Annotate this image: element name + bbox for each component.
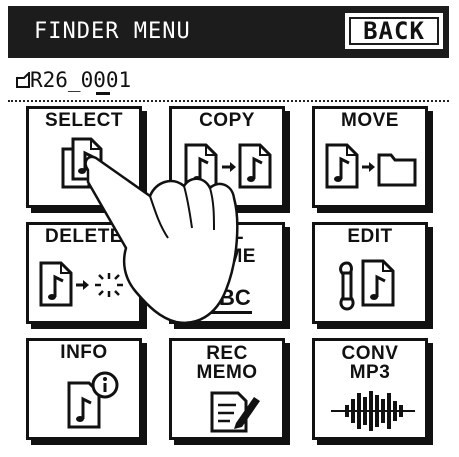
rec-memo-button[interactable]: REC MEMO xyxy=(169,338,285,440)
select-button[interactable]: SELECT xyxy=(26,106,142,208)
finder-menu-screen: FINDER MENU BACK R26_0001 SELECT COPY MO… xyxy=(0,0,459,457)
select-files-icon xyxy=(61,137,103,189)
waveform-icon xyxy=(331,391,415,431)
vanish-burst-icon xyxy=(95,273,123,297)
move-button[interactable]: MOVE xyxy=(312,106,428,208)
rename-underline xyxy=(208,311,252,314)
menu-grid: SELECT COPY MOVE DELETE RE- NAME ABC EDI… xyxy=(24,104,430,440)
edit-icon xyxy=(339,259,395,311)
rename-label-line2: NAME xyxy=(198,246,256,267)
delete-button[interactable]: DELETE xyxy=(26,222,142,324)
copy-icon xyxy=(184,143,272,189)
wrench-icon xyxy=(339,261,355,311)
info-icon xyxy=(91,371,119,399)
file-marker-icon xyxy=(16,72,30,88)
back-button-label: BACK xyxy=(363,17,425,45)
page-title: FINDER MENU xyxy=(34,19,191,44)
file-name: R26_0001 xyxy=(30,68,132,92)
rename-abc-text: ABC xyxy=(203,285,251,310)
edit-button[interactable]: EDIT xyxy=(312,222,428,324)
back-button[interactable]: BACK xyxy=(345,13,443,49)
info-button[interactable]: INFO xyxy=(26,338,142,440)
rename-button[interactable]: RE- NAME ABC xyxy=(169,222,285,324)
memo-pencil-icon xyxy=(210,391,260,433)
file-name-row: R26_0001 xyxy=(8,60,449,102)
move-to-folder-icon xyxy=(325,143,417,189)
header-bar: FINDER MENU BACK xyxy=(8,6,449,58)
file-info-icon xyxy=(67,371,119,429)
conv-mp3-button[interactable]: CONV MP3 xyxy=(312,338,428,440)
copy-button[interactable]: COPY xyxy=(169,106,285,208)
delete-icon xyxy=(39,261,123,307)
rename-label-line1: RE- xyxy=(209,227,245,248)
text-cursor xyxy=(96,92,110,95)
